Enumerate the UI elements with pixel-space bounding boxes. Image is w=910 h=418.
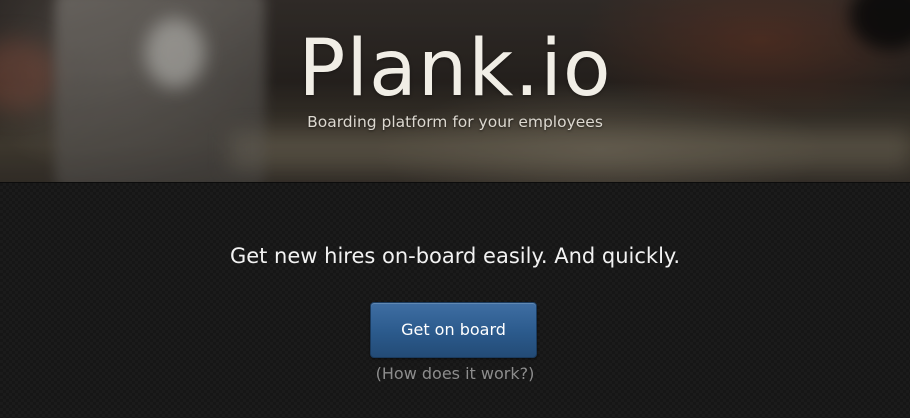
main-content: Get new hires on-board easily. And quick… [0,182,910,418]
how-it-works-link[interactable]: (How does it work?) [0,363,910,385]
get-on-board-button[interactable]: Get on board [370,302,537,358]
page-headline: Get new hires on-board easily. And quick… [229,244,681,268]
brand-title: Plank.io [298,24,612,114]
brand-tagline: Boarding platform for your employees [307,113,603,131]
hero-banner: Plank.io Boarding platform for your empl… [0,0,910,182]
